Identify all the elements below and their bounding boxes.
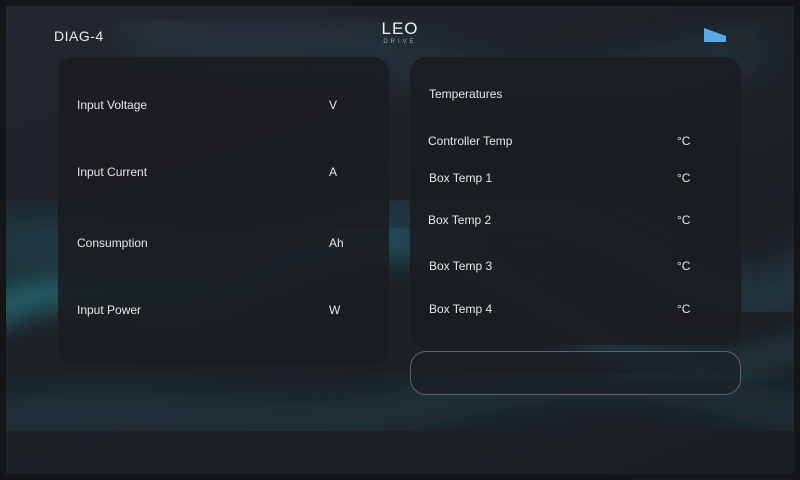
consumption-label: Consumption (77, 236, 148, 250)
box-temp-3-unit: °C (677, 259, 691, 273)
power-panel: Input Voltage V Input Current A Consumpt… (58, 57, 389, 365)
page-title: DIAG-4 (54, 28, 104, 44)
controller-temp-unit: °C (677, 134, 691, 148)
box-temp-4-unit: °C (677, 302, 691, 316)
box-temp-4-label: Box Temp 4 (429, 302, 493, 316)
box-temp-2-label: Box Temp 2 (428, 213, 492, 227)
brand-logo: LEO DRIVE (378, 20, 422, 50)
diagnostic-screen: DIAG-4 LEO DRIVE Input Voltage V Input C… (6, 6, 794, 474)
input-power-label: Input Power (77, 303, 142, 317)
box-temp-2-unit: °C (677, 213, 691, 227)
consumption-unit: Ah (329, 236, 344, 250)
box-temp-1-unit: °C (677, 171, 691, 185)
box-temp-1-label: Box Temp 1 (429, 171, 493, 185)
input-current-unit: A (329, 165, 338, 179)
input-power-unit: W (329, 303, 341, 317)
input-voltage-label: Input Voltage (77, 98, 148, 112)
input-current-label: Input Current (77, 165, 148, 179)
signal-strength-icon (704, 28, 726, 42)
logo-subtitle: DRIVE (383, 39, 417, 45)
input-voltage-unit: V (329, 98, 338, 112)
box-temp-3-label: Box Temp 3 (429, 259, 493, 273)
logo-wordmark: LEO (381, 19, 419, 38)
controller-temp-label: Controller Temp (428, 134, 513, 148)
status-box (410, 351, 741, 395)
temperatures-heading: Temperatures (429, 87, 503, 101)
temperatures-panel: Temperatures Controller Temp °C Box Temp… (410, 57, 741, 345)
